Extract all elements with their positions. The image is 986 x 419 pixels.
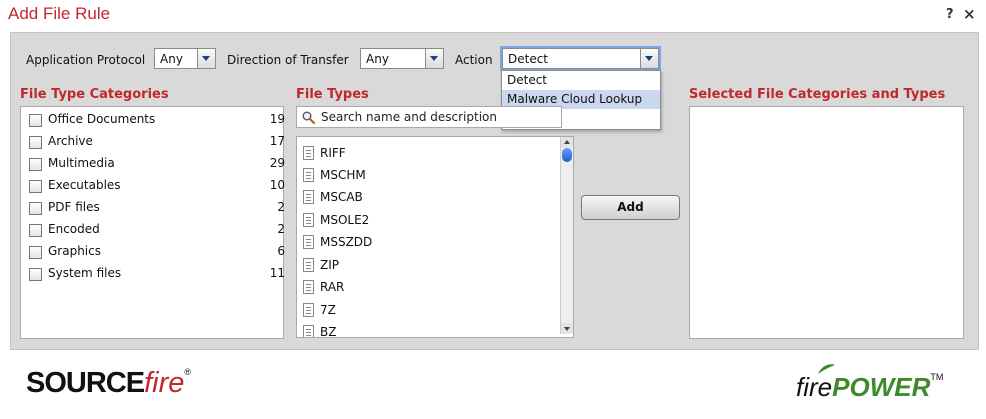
scroll-thumb[interactable] xyxy=(562,148,572,162)
file-types-search[interactable]: Search name and description xyxy=(296,106,562,128)
leaf-icon xyxy=(818,364,835,374)
action-select[interactable]: Detect xyxy=(502,48,659,69)
category-checkbox[interactable] xyxy=(29,158,42,171)
category-checkbox[interactable] xyxy=(29,202,42,215)
selected-list xyxy=(689,106,964,339)
document-icon xyxy=(303,235,314,249)
category-name: Executables xyxy=(48,178,121,192)
selected-heading: Selected File Categories and Types xyxy=(689,87,946,102)
category-checkbox[interactable] xyxy=(29,180,42,193)
category-row[interactable]: Office Documents 19 xyxy=(29,112,285,130)
dialog-title: Add File Rule xyxy=(8,4,111,23)
category-row[interactable]: Encoded 2 xyxy=(29,222,285,240)
category-name: Multimedia xyxy=(48,156,115,170)
scroll-up-arrow-icon[interactable] xyxy=(561,137,573,148)
file-type-name: MSOLE2 xyxy=(320,213,370,227)
file-type-name: 7Z xyxy=(320,303,336,317)
file-types-heading: File Types xyxy=(296,87,369,102)
logo-trademark: TM xyxy=(930,372,944,382)
chevron-down-icon[interactable] xyxy=(197,49,215,68)
action-option-detect[interactable]: Detect xyxy=(502,71,660,90)
category-count: 19 xyxy=(269,112,285,126)
help-icon[interactable]: ? xyxy=(946,7,954,22)
category-checkbox[interactable] xyxy=(29,136,42,149)
category-name: Archive xyxy=(48,134,93,148)
category-checkbox[interactable] xyxy=(29,224,42,237)
chevron-down-icon[interactable] xyxy=(640,49,658,68)
logo-text-fire: fire xyxy=(796,372,833,402)
category-checkbox[interactable] xyxy=(29,268,42,281)
category-count: 2 xyxy=(277,200,285,214)
document-icon xyxy=(303,190,314,204)
logo-text-power: POWER xyxy=(832,372,931,402)
app-protocol-label: Application Protocol xyxy=(26,53,146,67)
category-list: Office Documents 19 Archive 17 Multimedi… xyxy=(20,106,285,339)
direction-label: Direction of Transfer xyxy=(227,53,349,67)
document-icon xyxy=(303,146,314,160)
scroll-down-arrow-icon[interactable] xyxy=(561,323,573,334)
category-checkbox[interactable] xyxy=(29,114,42,127)
category-count: 29 xyxy=(269,156,285,170)
category-name: Encoded xyxy=(48,222,100,236)
file-type-name: MSCHM xyxy=(320,168,366,182)
file-type-scrollbar[interactable] xyxy=(560,137,573,334)
direction-value: Any xyxy=(366,52,389,66)
document-icon xyxy=(303,213,314,227)
file-type-name: RIFF xyxy=(320,146,346,160)
category-row[interactable]: PDF files 2 xyxy=(29,200,285,218)
category-row[interactable]: Executables 10 xyxy=(29,178,285,196)
category-count: 11 xyxy=(269,266,285,280)
logo-text-source: SOURCE xyxy=(26,367,145,399)
category-count: 17 xyxy=(269,134,285,148)
document-icon xyxy=(303,325,314,337)
search-placeholder: Search name and description xyxy=(321,110,497,124)
file-type-name: MSSZDD xyxy=(320,235,373,249)
category-checkbox[interactable] xyxy=(29,246,42,259)
category-row[interactable]: Archive 17 xyxy=(29,134,285,152)
close-icon[interactable]: × xyxy=(963,5,976,23)
app-protocol-select[interactable]: Any xyxy=(154,48,216,69)
category-name: Office Documents xyxy=(48,112,156,126)
category-count: 10 xyxy=(269,178,285,192)
logo-text-fire: fire xyxy=(144,367,185,399)
sourcefire-logo: SOURCEfire® xyxy=(26,367,191,400)
search-icon xyxy=(302,111,315,124)
category-count: 2 xyxy=(277,222,285,236)
file-type-list: RIFF MSCHM MSCAB MSOLE2 MSSZDD ZIP RAR 7… xyxy=(296,136,574,338)
file-type-name: ZIP xyxy=(320,258,339,272)
document-icon xyxy=(303,258,314,272)
action-value: Detect xyxy=(508,52,549,66)
category-name: Graphics xyxy=(48,244,101,258)
document-icon xyxy=(303,168,314,182)
category-name: PDF files xyxy=(48,200,100,214)
file-type-name: RAR xyxy=(320,280,345,294)
dialog-titlebar: Add File Rule ? × xyxy=(0,0,986,30)
app-protocol-value: Any xyxy=(160,52,183,66)
logo-registered-mark: ® xyxy=(184,367,191,377)
category-row[interactable]: Multimedia 29 xyxy=(29,156,285,174)
chevron-down-icon[interactable] xyxy=(425,49,443,68)
category-row[interactable]: Graphics 6 xyxy=(29,244,285,262)
document-icon xyxy=(303,280,314,294)
category-name: System files xyxy=(48,266,122,280)
file-type-name: BZ xyxy=(320,325,337,338)
category-row[interactable]: System files 11 xyxy=(29,266,285,284)
document-icon xyxy=(303,303,314,317)
category-count: 6 xyxy=(277,244,285,258)
direction-select[interactable]: Any xyxy=(360,48,444,69)
firepower-logo: firePOWERTM xyxy=(796,364,944,403)
file-type-name: MSCAB xyxy=(320,190,363,204)
file-type-categories-heading: File Type Categories xyxy=(20,87,169,102)
add-button[interactable]: Add xyxy=(581,195,680,220)
action-label: Action xyxy=(455,53,493,67)
